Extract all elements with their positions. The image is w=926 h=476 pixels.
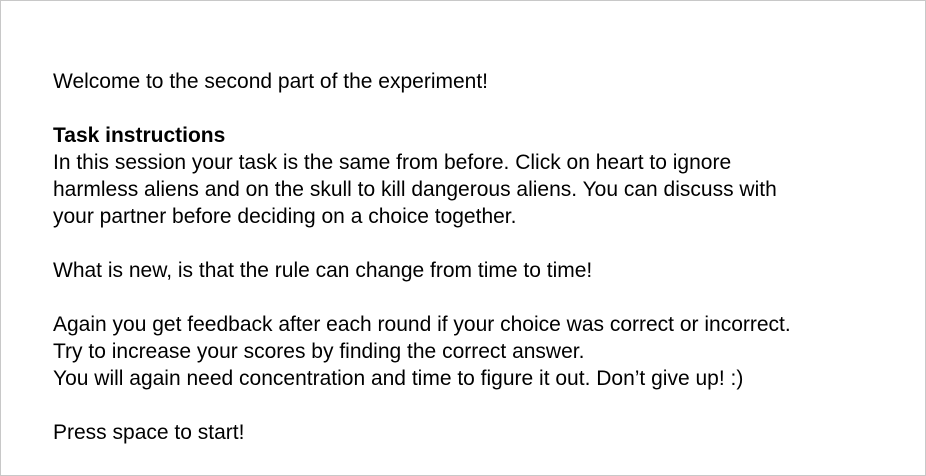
instructions-line: your partner before deciding on a choice… [53,205,517,228]
feedback-line: Try to increase your scores by finding t… [53,340,585,363]
rule-change-text: What is new, is that the rule can change… [53,259,593,282]
task-instructions-body: In this session your task is the same fr… [53,149,918,230]
instructions-line: In this session your task is the same fr… [53,151,732,174]
feedback-line: Again you get feedback after each round … [53,313,791,336]
feedback-line: You will again need concentration and ti… [53,367,744,390]
instructions-line: harmless aliens and on the skull to kill… [53,178,777,201]
task-instructions-heading: Task instructions [53,124,226,147]
start-prompt: Press space to start! [53,421,245,444]
feedback-text: Again you get feedback after each round … [53,311,918,392]
welcome-text: Welcome to the second part of the experi… [53,70,489,93]
instruction-screen: Welcome to the second part of the experi… [53,68,918,446]
